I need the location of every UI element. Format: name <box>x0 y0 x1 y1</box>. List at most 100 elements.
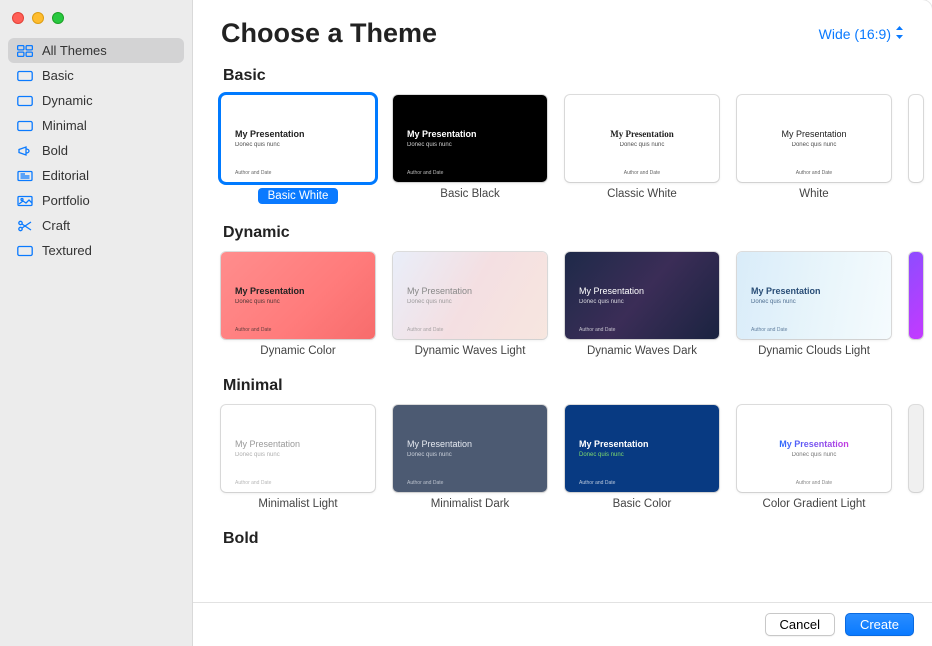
sidebar-item-label: Portfolio <box>42 193 90 208</box>
theme-dynamic-waves-light[interactable]: My Presentation Donec quis nunc Author a… <box>393 252 547 357</box>
updown-icon <box>895 26 904 42</box>
theme-thumbnail: My Presentation Donec quis nunc Author a… <box>565 252 719 339</box>
sidebar-item-editorial[interactable]: Editorial <box>8 163 184 188</box>
thumb-sub: Donec quis nunc <box>407 452 547 458</box>
thumb-author: Author and Date <box>235 170 271 176</box>
thumb-author: Author and Date <box>407 170 443 176</box>
fullscreen-button[interactable] <box>52 12 64 24</box>
theme-peek[interactable] <box>909 95 923 204</box>
sidebar-item-portfolio[interactable]: Portfolio <box>8 188 184 213</box>
scissors-icon <box>16 219 34 233</box>
theme-label: Dynamic Color <box>260 345 335 357</box>
thumb-author: Author and Date <box>235 480 271 486</box>
thumb-sub: Donec quis nunc <box>235 299 375 305</box>
section-title: Minimal <box>221 377 932 395</box>
thumb-title: My Presentation <box>579 439 719 450</box>
theme-label: Basic Color <box>613 498 672 510</box>
theme-thumbnail: My Presentation Donec quis nunc Author a… <box>221 252 375 339</box>
window-controls <box>0 8 192 38</box>
thumb-title: My Presentation <box>235 439 375 450</box>
sidebar-item-minimal[interactable]: Minimal <box>8 113 184 138</box>
thumb-sub: Donec quis nunc <box>620 142 665 148</box>
thumb-author: Author and Date <box>579 480 615 486</box>
theme-thumbnail: My Presentation Donec quis nunc Author a… <box>221 405 375 492</box>
thumb-sub: Donec quis nunc <box>235 452 375 458</box>
rectangle-icon <box>16 244 34 258</box>
theme-dynamic-clouds-light[interactable]: My Presentation Donec quis nunc Author a… <box>737 252 891 357</box>
sidebar-item-label: Minimal <box>42 118 87 133</box>
theme-label: Dynamic Waves Dark <box>587 345 697 357</box>
theme-basic-black[interactable]: My Presentation Donec quis nunc Author a… <box>393 95 547 204</box>
theme-classic-white[interactable]: My Presentation Donec quis nunc Author a… <box>565 95 719 204</box>
cancel-button[interactable]: Cancel <box>765 613 835 636</box>
theme-grid[interactable]: Basic My Presentation Donec quis nunc Au… <box>193 55 932 602</box>
theme-dynamic-color[interactable]: My Presentation Donec quis nunc Author a… <box>221 252 375 357</box>
thumb-title: My Presentation <box>407 439 547 450</box>
theme-peek[interactable] <box>909 405 923 510</box>
thumb-author: Author and Date <box>407 480 443 486</box>
thumb-author: Author and Date <box>579 327 615 333</box>
theme-thumbnail <box>909 405 923 492</box>
theme-label: Minimalist Light <box>258 498 337 510</box>
theme-white[interactable]: My Presentation Donec quis nunc Author a… <box>737 95 891 204</box>
theme-thumbnail: My Presentation Donec quis nunc Author a… <box>737 405 891 492</box>
rectangle-icon <box>16 69 34 83</box>
theme-minimalist-light[interactable]: My Presentation Donec quis nunc Author a… <box>221 405 375 510</box>
create-button[interactable]: Create <box>845 613 914 636</box>
thumb-author: Author and Date <box>565 170 719 176</box>
grid-icon <box>16 44 34 58</box>
thumb-title: My Presentation <box>779 439 849 450</box>
section-title: Basic <box>221 67 932 85</box>
sidebar-item-basic[interactable]: Basic <box>8 63 184 88</box>
theme-thumbnail: My Presentation Donec quis nunc Author a… <box>393 95 547 182</box>
theme-thumbnail: My Presentation Donec quis nunc Author a… <box>393 252 547 339</box>
sidebar-item-label: Craft <box>42 218 70 233</box>
theme-thumbnail: My Presentation Donec quis nunc Author a… <box>737 252 891 339</box>
rectangle-icon <box>16 94 34 108</box>
theme-peek[interactable] <box>909 252 923 357</box>
sidebar-item-textured[interactable]: Textured <box>8 238 184 263</box>
thumb-sub: Donec quis nunc <box>792 452 837 458</box>
theme-minimalist-dark[interactable]: My Presentation Donec quis nunc Author a… <box>393 405 547 510</box>
photo-icon <box>16 194 34 208</box>
thumb-sub: Donec quis nunc <box>792 142 837 148</box>
thumb-title: My Presentation <box>235 129 375 140</box>
theme-basic-color[interactable]: My Presentation Donec quis nunc Author a… <box>565 405 719 510</box>
theme-color-gradient-light[interactable]: My Presentation Donec quis nunc Author a… <box>737 405 891 510</box>
sidebar-item-label: Dynamic <box>42 93 93 108</box>
thumb-sub: Donec quis nunc <box>407 299 547 305</box>
sidebar-item-all-themes[interactable]: All Themes <box>8 38 184 63</box>
sidebar-item-label: Basic <box>42 68 74 83</box>
aspect-ratio-picker[interactable]: Wide (16:9) <box>819 26 904 42</box>
sidebar-item-dynamic[interactable]: Dynamic <box>8 88 184 113</box>
theme-thumbnail: My Presentation Donec quis nunc Author a… <box>565 405 719 492</box>
sidebar: All Themes Basic Dynamic Minimal <box>0 0 193 646</box>
theme-thumbnail: My Presentation Donec quis nunc Author a… <box>737 95 891 182</box>
thumb-sub: Donec quis nunc <box>579 299 719 305</box>
rectangle-icon <box>16 119 34 133</box>
theme-basic-white[interactable]: My Presentation Donec quis nunc Author a… <box>221 95 375 204</box>
sidebar-item-label: Textured <box>42 243 92 258</box>
aspect-ratio-label: Wide (16:9) <box>819 26 891 42</box>
sidebar-item-label: All Themes <box>42 43 107 58</box>
page-title: Choose a Theme <box>221 18 437 49</box>
theme-thumbnail: My Presentation Donec quis nunc Author a… <box>393 405 547 492</box>
thumb-author: Author and Date <box>751 327 787 333</box>
thumb-sub: Donec quis nunc <box>407 142 547 148</box>
thumb-title: My Presentation <box>407 286 547 297</box>
header: Choose a Theme Wide (16:9) <box>193 0 932 55</box>
sidebar-item-bold[interactable]: Bold <box>8 138 184 163</box>
section-dynamic: Dynamic My Presentation Donec quis nunc … <box>221 224 932 365</box>
thumb-author: Author and Date <box>407 327 443 333</box>
section-bold: Bold <box>221 530 932 548</box>
minimize-button[interactable] <box>32 12 44 24</box>
thumb-title: My Presentation <box>579 286 719 297</box>
theme-label: Minimalist Dark <box>431 498 510 510</box>
theme-thumbnail <box>909 252 923 339</box>
theme-label: White <box>799 188 828 200</box>
close-button[interactable] <box>12 12 24 24</box>
section-minimal: Minimal My Presentation Donec quis nunc … <box>221 377 932 518</box>
theme-dynamic-waves-dark[interactable]: My Presentation Donec quis nunc Author a… <box>565 252 719 357</box>
section-basic: Basic My Presentation Donec quis nunc Au… <box>221 67 932 212</box>
sidebar-item-craft[interactable]: Craft <box>8 213 184 238</box>
